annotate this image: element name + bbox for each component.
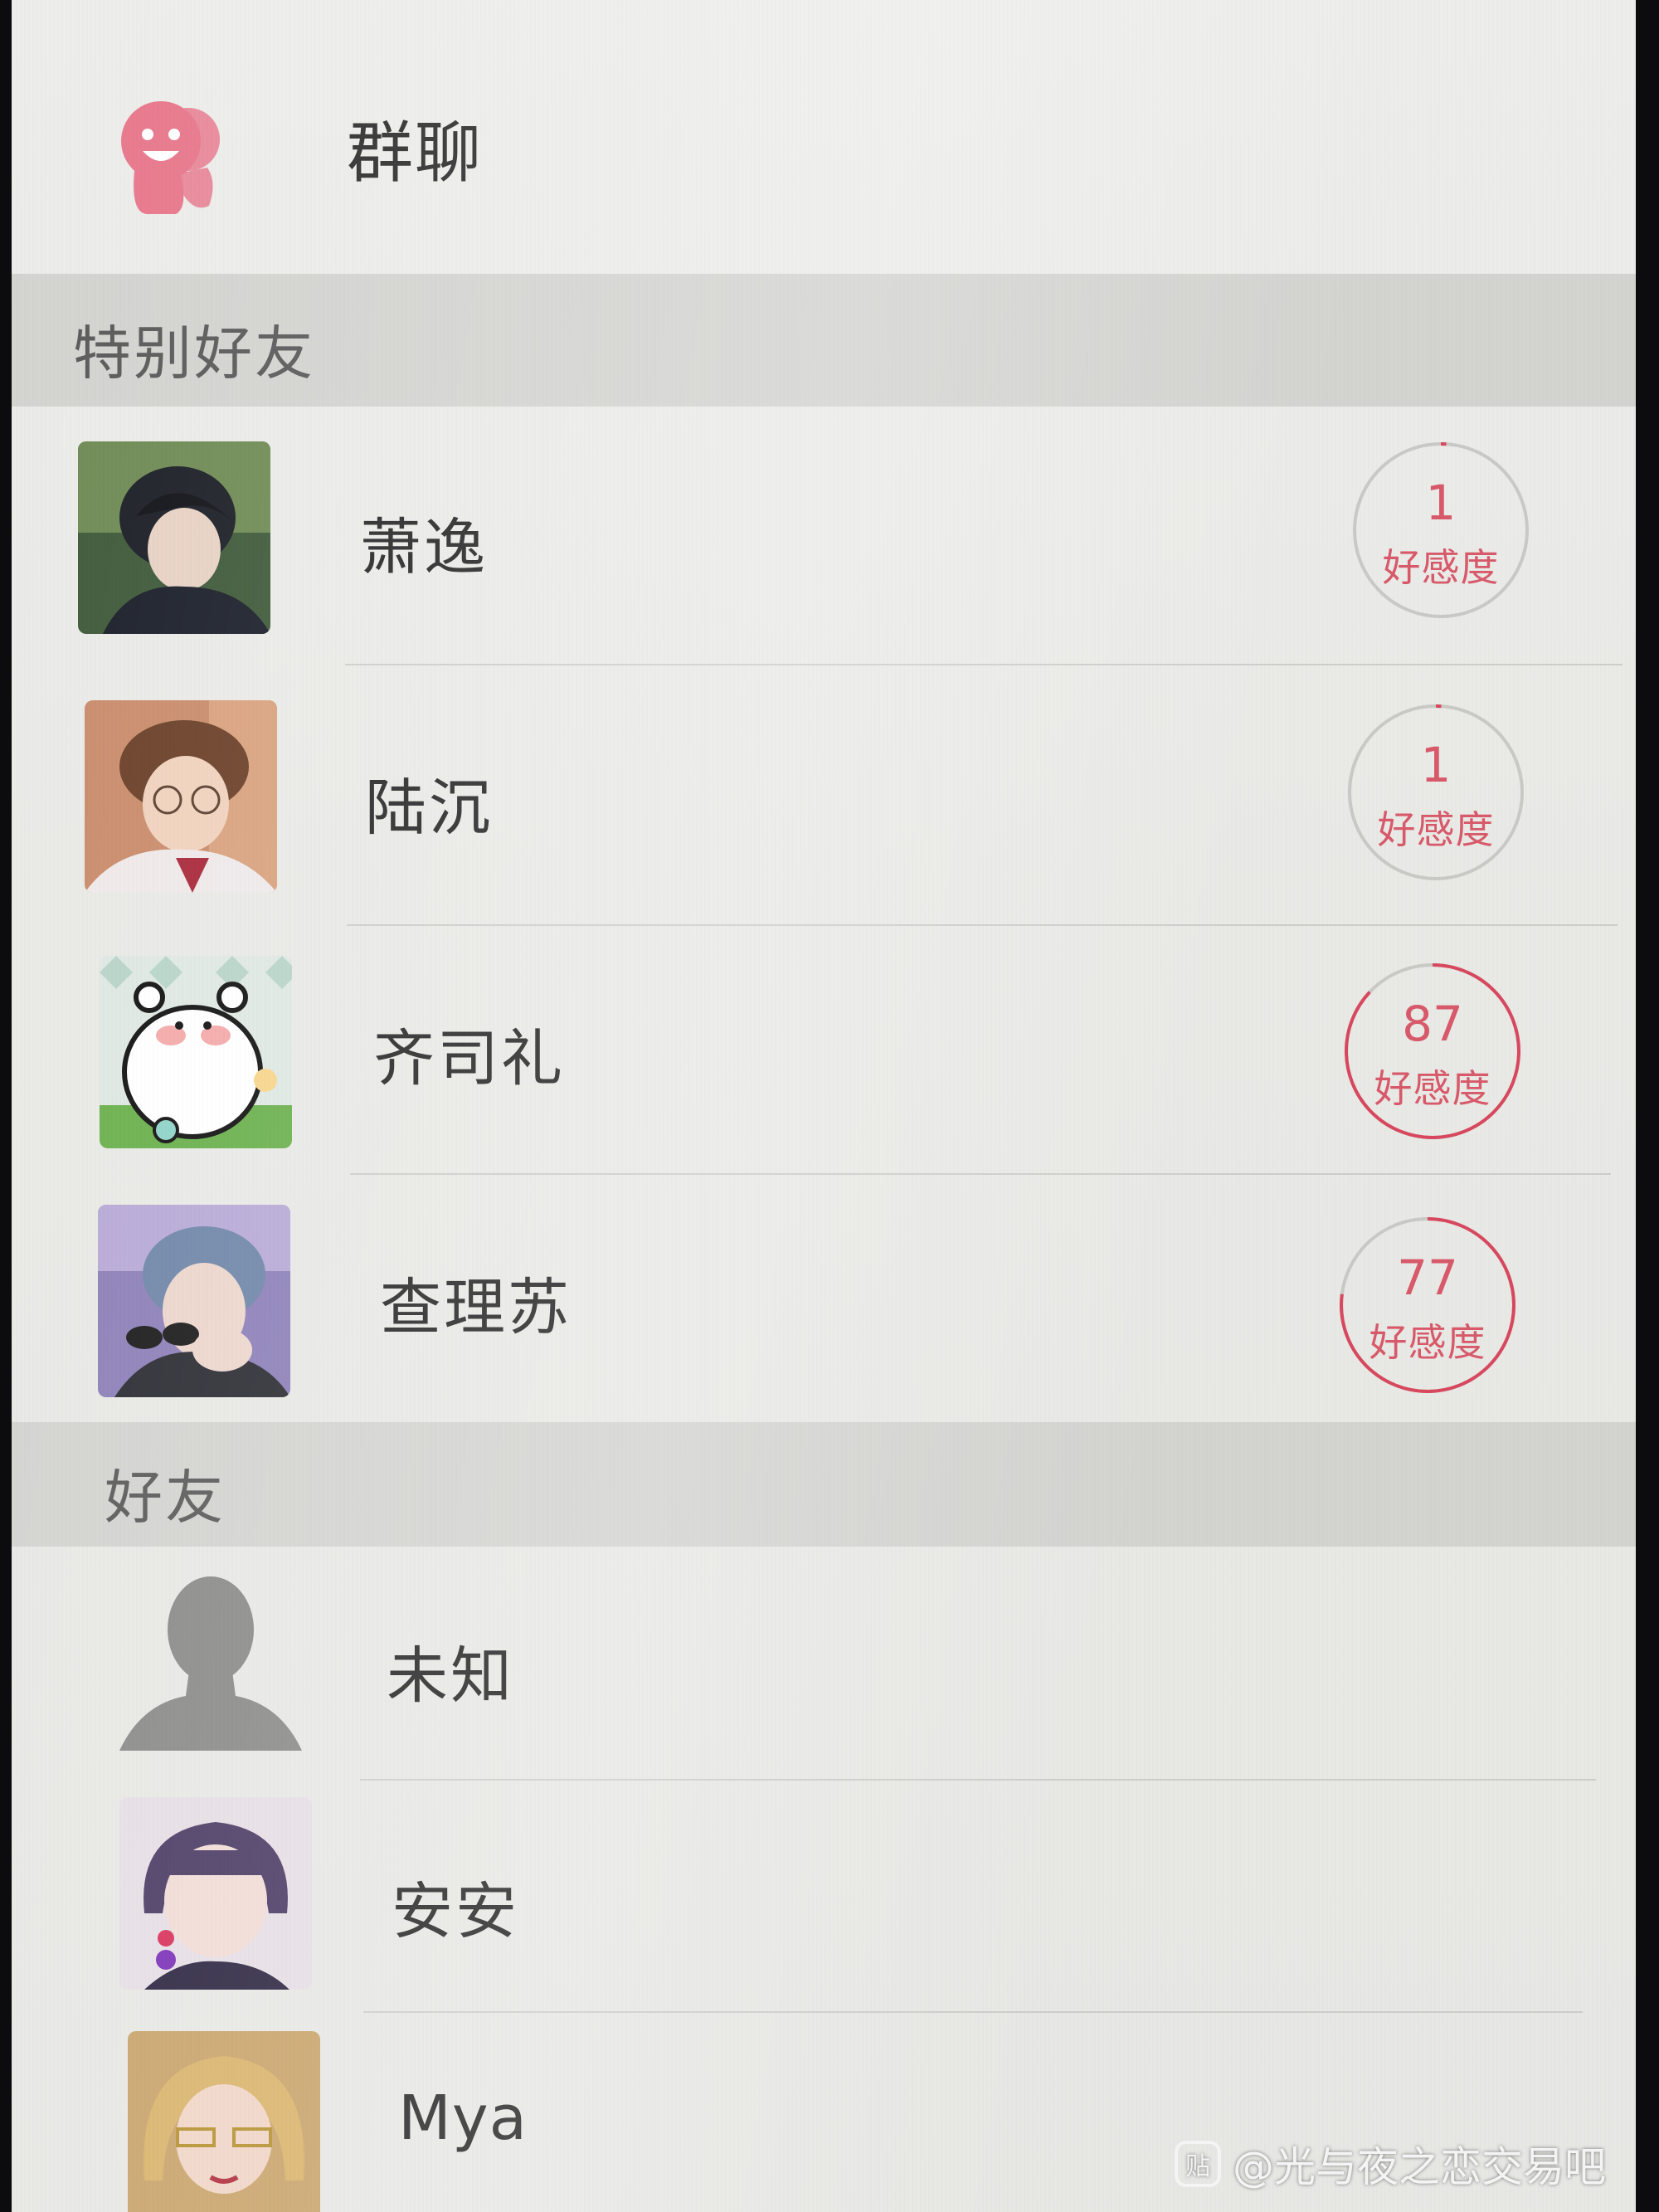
contact-name: 未知: [387, 1640, 514, 1712]
contact-row[interactable]: 未知: [12, 1547, 1636, 1781]
avatar: [119, 1797, 312, 1990]
avatar: [98, 1205, 290, 1397]
watermark-text: @光与夜之恋交易吧: [1233, 2143, 1606, 2191]
contact-row[interactable]: 萧逸 1 好感度: [12, 407, 1636, 665]
watermark: 贴 @光与夜之恋交易吧: [1175, 2134, 1606, 2194]
contact-row[interactable]: 陆沉 1 好感度: [12, 665, 1636, 926]
group-chat-row[interactable]: 群聊: [12, 0, 1636, 274]
affinity-label: 好感度: [1377, 807, 1495, 852]
group-chat-icon: [121, 101, 220, 215]
contact-row[interactable]: 齐司礼 87 好感度: [12, 926, 1636, 1175]
contact-name: 陆沉: [365, 772, 493, 844]
contact-name: Mya: [398, 2083, 528, 2154]
section-title: 特别好友: [73, 319, 315, 387]
affinity-badge: 77 好感度: [1337, 1215, 1518, 1396]
affinity-badge: 87 好感度: [1342, 961, 1523, 1142]
section-title: 好友: [105, 1464, 226, 1532]
affinity-value: 87: [1402, 996, 1463, 1052]
group-chat-label: 群聊: [347, 114, 483, 192]
affinity-label: 好感度: [1374, 1066, 1491, 1111]
avatar: [85, 700, 277, 893]
affinity-label: 好感度: [1382, 545, 1500, 590]
section-header-friends: 好友: [12, 1422, 1636, 1547]
contact-row[interactable]: 查理苏 77 好感度: [12, 1175, 1636, 1422]
contact-name: 查理苏: [380, 1272, 572, 1343]
avatar: [100, 956, 292, 1148]
contact-name: 齐司礼: [373, 1023, 565, 1094]
default-avatar-icon: [114, 1563, 307, 1756]
contacts-screen: 群聊 特别好友 萧逸 1 好感度 陆沉 1 好感度 齐司礼 87 好感度 查理苏…: [12, 0, 1636, 2212]
avatar: [128, 2031, 320, 2212]
affinity-value: 1: [1420, 737, 1452, 793]
affinity-value: 1: [1425, 475, 1457, 531]
tieba-icon: 贴: [1175, 2141, 1221, 2187]
contact-name: 萧逸: [360, 512, 488, 583]
affinity-value: 77: [1397, 1250, 1458, 1306]
section-header-special-friends: 特别好友: [12, 274, 1636, 407]
affinity-badge: 1 好感度: [1350, 440, 1531, 621]
affinity-label: 好感度: [1369, 1320, 1486, 1365]
affinity-badge: 1 好感度: [1345, 702, 1526, 883]
contact-name: 安安: [392, 1876, 519, 1947]
avatar: [78, 441, 270, 634]
contact-row[interactable]: 安安: [12, 1781, 1636, 2013]
